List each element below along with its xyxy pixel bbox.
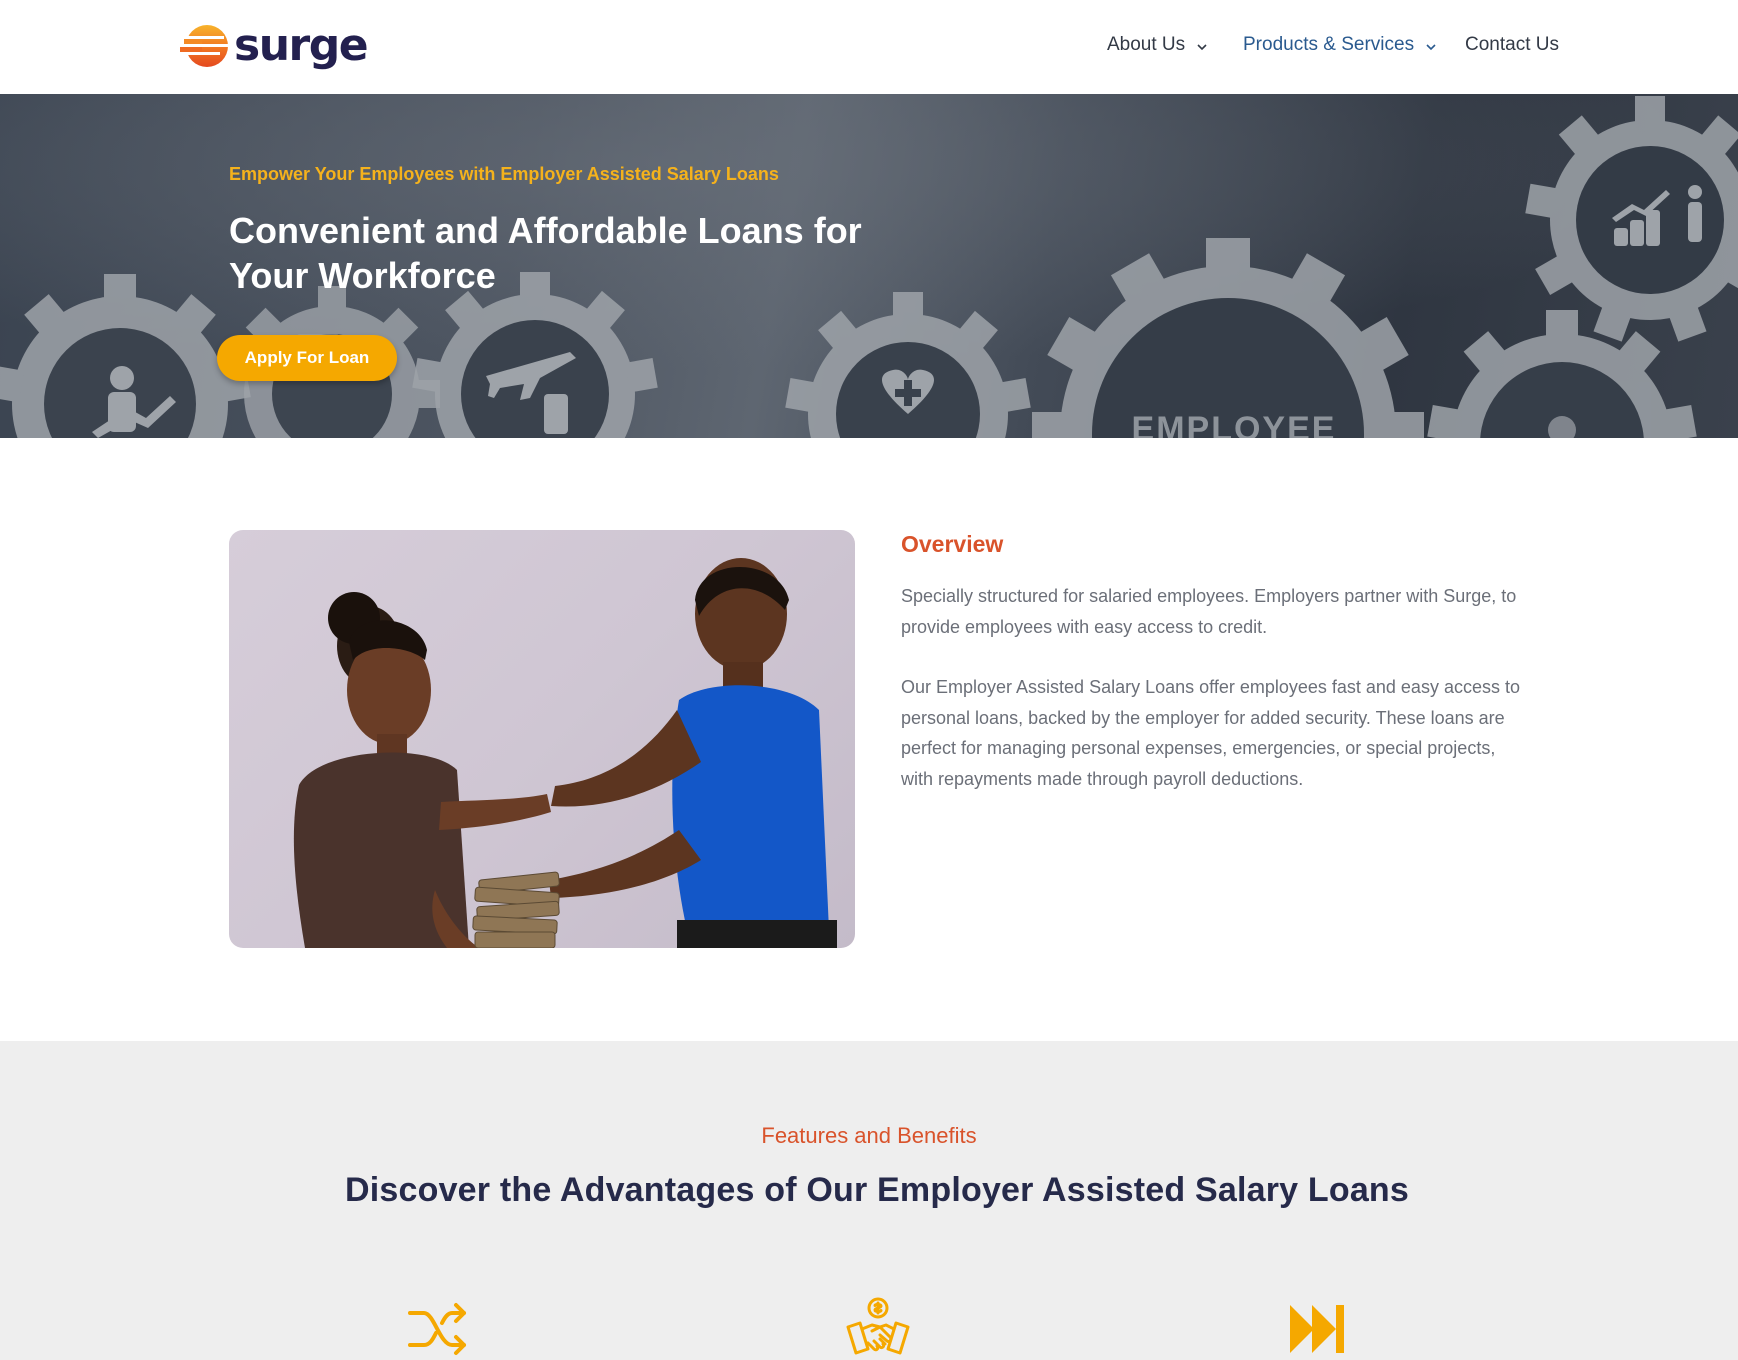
hero-banner: EMPLOYEE Empower Your Employees with Emp… (0, 94, 1738, 438)
nav-products-services[interactable]: Products & Services (1243, 34, 1465, 56)
site-header: surge About Us Products & Services Conta… (0, 0, 1738, 94)
nav-about-us-label: About Us (1107, 34, 1186, 55)
chevron-down-icon (1195, 38, 1209, 52)
overview-paragraph: Specially structured for salaried employ… (901, 586, 1517, 637)
nav-about-us[interactable]: About Us (1107, 34, 1243, 56)
surge-logo-mark-icon (180, 21, 232, 71)
features-section: Features and Benefits Discover the Advan… (0, 1041, 1738, 1360)
logo-wordmark: surge (234, 20, 369, 71)
main-nav: About Us Products & Services Contact Us (1107, 34, 1559, 56)
nav-products-services-label: Products & Services (1243, 34, 1415, 55)
overview-paragraph: Our Employer Assisted Salary Loans offer… (901, 677, 1520, 789)
handshake-dollar-icon (846, 1297, 910, 1360)
shuffle-icon (406, 1297, 470, 1360)
nav-contact-us-label: Contact Us (1465, 34, 1559, 55)
surge-logo[interactable]: surge (180, 18, 369, 74)
nav-contact-us[interactable]: Contact Us (1465, 34, 1559, 56)
features-title: Discover the Advantages of Our Employer … (344, 1171, 1410, 1209)
hero-eyebrow: Empower Your Employees with Employer Ass… (229, 164, 779, 184)
fast-forward-icon (1286, 1297, 1350, 1360)
overview-title: Overview (901, 531, 1004, 557)
features-eyebrow: Features and Benefits (761, 1123, 977, 1148)
chevron-down-icon (1424, 38, 1438, 52)
apply-for-loan-button[interactable]: Apply For Loan (217, 335, 397, 381)
handshake-photo (229, 530, 855, 948)
employee-gear-text: EMPLOYEE (1132, 410, 1337, 438)
hero-title: Convenient and Affordable Loans for Your… (229, 210, 862, 296)
